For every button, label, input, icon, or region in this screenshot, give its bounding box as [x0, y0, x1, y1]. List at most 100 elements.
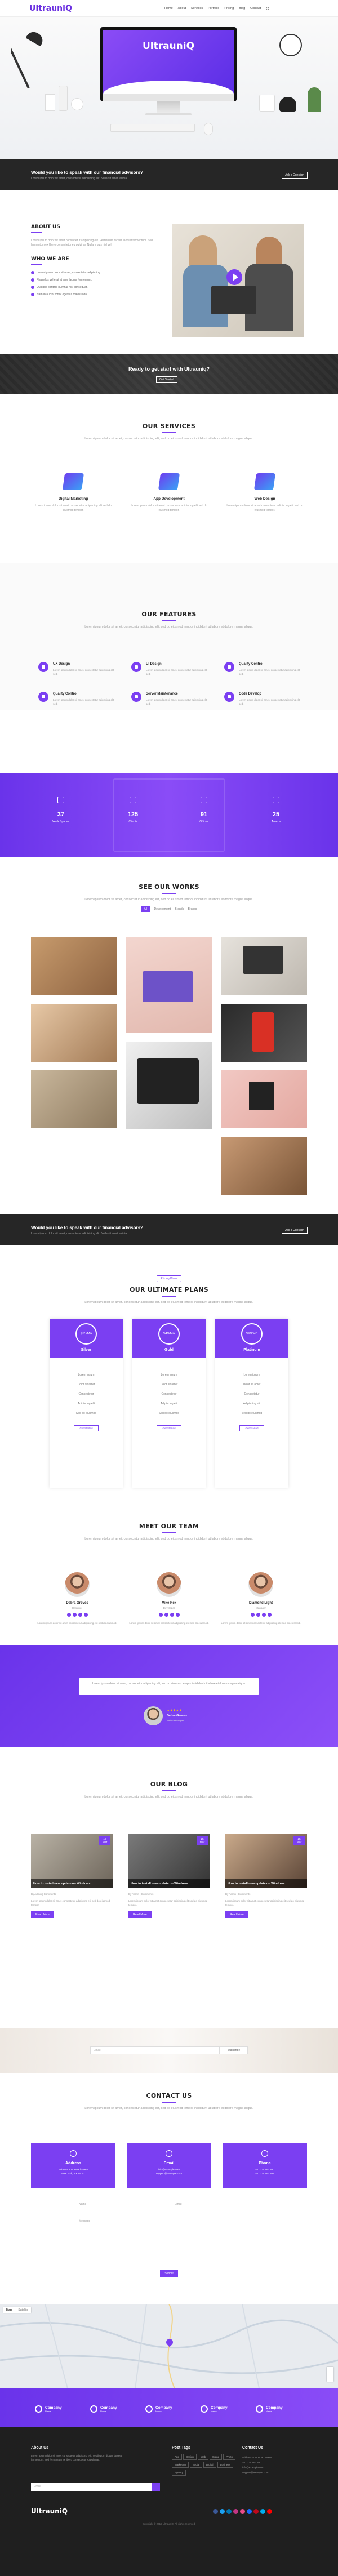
- plan-card: $99/Mo Platinum Lorem ipsum Dolor sit amet…: [215, 1319, 288, 1488]
- linkedin-icon[interactable]: [226, 2509, 232, 2514]
- feature-item: Code Develop Lorem ipsum dolor sit amet, …: [224, 692, 309, 710]
- twitter-icon[interactable]: [256, 1613, 260, 1617]
- message-field[interactable]: Message: [79, 2219, 259, 2253]
- post-title[interactable]: How to install new update on Windows: [31, 1879, 113, 1888]
- pinterest-icon[interactable]: [254, 2509, 259, 2514]
- work-item[interactable]: [221, 1070, 307, 1128]
- work-item[interactable]: [31, 1004, 117, 1062]
- instagram-icon[interactable]: [175, 1613, 180, 1617]
- plan-button[interactable]: Get Started: [239, 1425, 264, 1431]
- about-text: Lorem ipsum dolor sit amet consectetur a…: [31, 239, 153, 247]
- plan-button[interactable]: Get Started: [157, 1425, 181, 1431]
- about-title: ABOUT US: [31, 224, 60, 230]
- map-zoom[interactable]: [327, 2367, 333, 2382]
- clients-icon: [130, 797, 136, 803]
- work-item[interactable]: [126, 937, 212, 1033]
- read-more-button[interactable]: Read More: [128, 1911, 152, 1918]
- post-title[interactable]: How to install new update on Windows: [225, 1879, 307, 1888]
- plan-button[interactable]: Get Started: [74, 1425, 99, 1431]
- facebook-icon[interactable]: [213, 2509, 218, 2514]
- linkedin-icon[interactable]: [170, 1613, 174, 1617]
- nav-blog[interactable]: Blog: [239, 7, 245, 10]
- facebook-icon[interactable]: [250, 1613, 255, 1617]
- post-date: 15 Mar: [293, 1836, 305, 1845]
- site-logo[interactable]: UltrauniQ: [29, 4, 72, 13]
- contact-title: CONTACT US: [146, 2092, 192, 2099]
- nav-contact[interactable]: Contact: [250, 7, 261, 10]
- work-item[interactable]: [126, 1042, 212, 1129]
- footer-logo[interactable]: UltrauniQ: [31, 2507, 68, 2515]
- service-card: Digital Marketing Lorem ipsum dolor sit …: [31, 473, 115, 513]
- email-field[interactable]: Email: [175, 2203, 259, 2208]
- linkedin-icon[interactable]: [261, 1613, 266, 1617]
- post-meta: By Admin | Comments: [31, 1893, 56, 1896]
- skype-icon[interactable]: [260, 2509, 265, 2514]
- footer-email-input[interactable]: Email: [31, 2483, 152, 2491]
- tag[interactable]: Marketing: [172, 2462, 189, 2468]
- works-section: SEE OUR WORKS Lorem ipsum dolor sit amet…: [0, 857, 338, 1240]
- stat-item: 37 Work Spaces: [38, 797, 83, 824]
- read-more-button[interactable]: Read More: [31, 1911, 54, 1918]
- nav-home[interactable]: Home: [164, 7, 173, 10]
- work-item[interactable]: [221, 1004, 307, 1062]
- title-underline: [162, 1790, 176, 1791]
- ask-question-button[interactable]: Ask a Question: [282, 1227, 308, 1234]
- youtube-icon[interactable]: [267, 2509, 272, 2514]
- tag[interactable]: Digital: [203, 2462, 216, 2468]
- service-name: Digital Marketing: [58, 497, 88, 501]
- map-tab-map[interactable]: Map: [3, 2307, 15, 2313]
- about-underline: [31, 232, 42, 233]
- tag[interactable]: App: [172, 2454, 183, 2460]
- nav-services[interactable]: Services: [191, 7, 203, 10]
- tag[interactable]: Design: [183, 2454, 197, 2460]
- filter-brands[interactable]: Brands: [188, 907, 197, 911]
- subscribe-button[interactable]: Subscribe: [220, 2046, 248, 2054]
- twitter-icon[interactable]: [164, 1613, 168, 1617]
- newsletter-email-input[interactable]: Email: [90, 2046, 220, 2054]
- stat-item: 25 Awards: [254, 797, 299, 824]
- tag[interactable]: Photo: [223, 2454, 235, 2460]
- search-icon[interactable]: [266, 7, 270, 10]
- nav-about[interactable]: About: [178, 7, 186, 10]
- work-item[interactable]: [31, 937, 117, 995]
- dribbble-icon[interactable]: [240, 2509, 245, 2514]
- plan-price: $49/Mo: [158, 1323, 180, 1345]
- filter-development[interactable]: Development: [154, 907, 171, 911]
- name-field[interactable]: Name: [79, 2203, 163, 2208]
- tag[interactable]: Business: [217, 2462, 233, 2468]
- services-section: OUR SERVICES Lorem ipsum dolor sit amet,…: [0, 394, 338, 563]
- ask-question-button[interactable]: Ask a Question: [282, 172, 308, 179]
- linkedin-icon[interactable]: [78, 1613, 82, 1617]
- tag[interactable]: Brand: [210, 2454, 223, 2460]
- nav-pricing[interactable]: Pricing: [224, 7, 234, 10]
- filter-all[interactable]: All: [141, 906, 150, 912]
- footer-send-button[interactable]: [152, 2483, 160, 2491]
- work-item[interactable]: [221, 1137, 307, 1195]
- instagram-icon[interactable]: [267, 1613, 272, 1617]
- post-title[interactable]: How to install new update on Windows: [128, 1879, 210, 1888]
- read-more-button[interactable]: Read More: [225, 1911, 248, 1918]
- facebook-icon[interactable]: [158, 1613, 163, 1617]
- partner-logo: Company Name: [201, 2405, 228, 2413]
- features-title: OUR FEATURES: [141, 611, 197, 618]
- plan-card: $25/Mo Silver Lorem ipsum Dolor sit amet Co…: [50, 1319, 123, 1488]
- instagram-icon[interactable]: [233, 2509, 238, 2514]
- behance-icon[interactable]: [247, 2509, 252, 2514]
- map-tab-satellite[interactable]: Satellite: [15, 2307, 31, 2313]
- work-item[interactable]: [31, 1070, 117, 1128]
- twitter-icon[interactable]: [72, 1613, 77, 1617]
- filter-brands[interactable]: Brands: [175, 907, 184, 911]
- twitter-icon[interactable]: [220, 2509, 225, 2514]
- tag[interactable]: Agency: [172, 2470, 186, 2476]
- post-date: 15 Mar: [197, 1836, 208, 1845]
- work-item[interactable]: [221, 937, 307, 995]
- get-started-button[interactable]: Get Started: [156, 376, 177, 383]
- nav-portfolio[interactable]: Portfolio: [208, 7, 219, 10]
- footer-contact-list: Address Your Road Street +01 234 567 890 i…: [242, 2456, 272, 2474]
- facebook-icon[interactable]: [66, 1613, 71, 1617]
- tag[interactable]: Web: [198, 2454, 209, 2460]
- submit-button[interactable]: Submit: [160, 2270, 178, 2277]
- instagram-icon[interactable]: [83, 1613, 88, 1617]
- testimonial-avatar: [144, 1706, 163, 1725]
- tag[interactable]: Social: [189, 2462, 203, 2468]
